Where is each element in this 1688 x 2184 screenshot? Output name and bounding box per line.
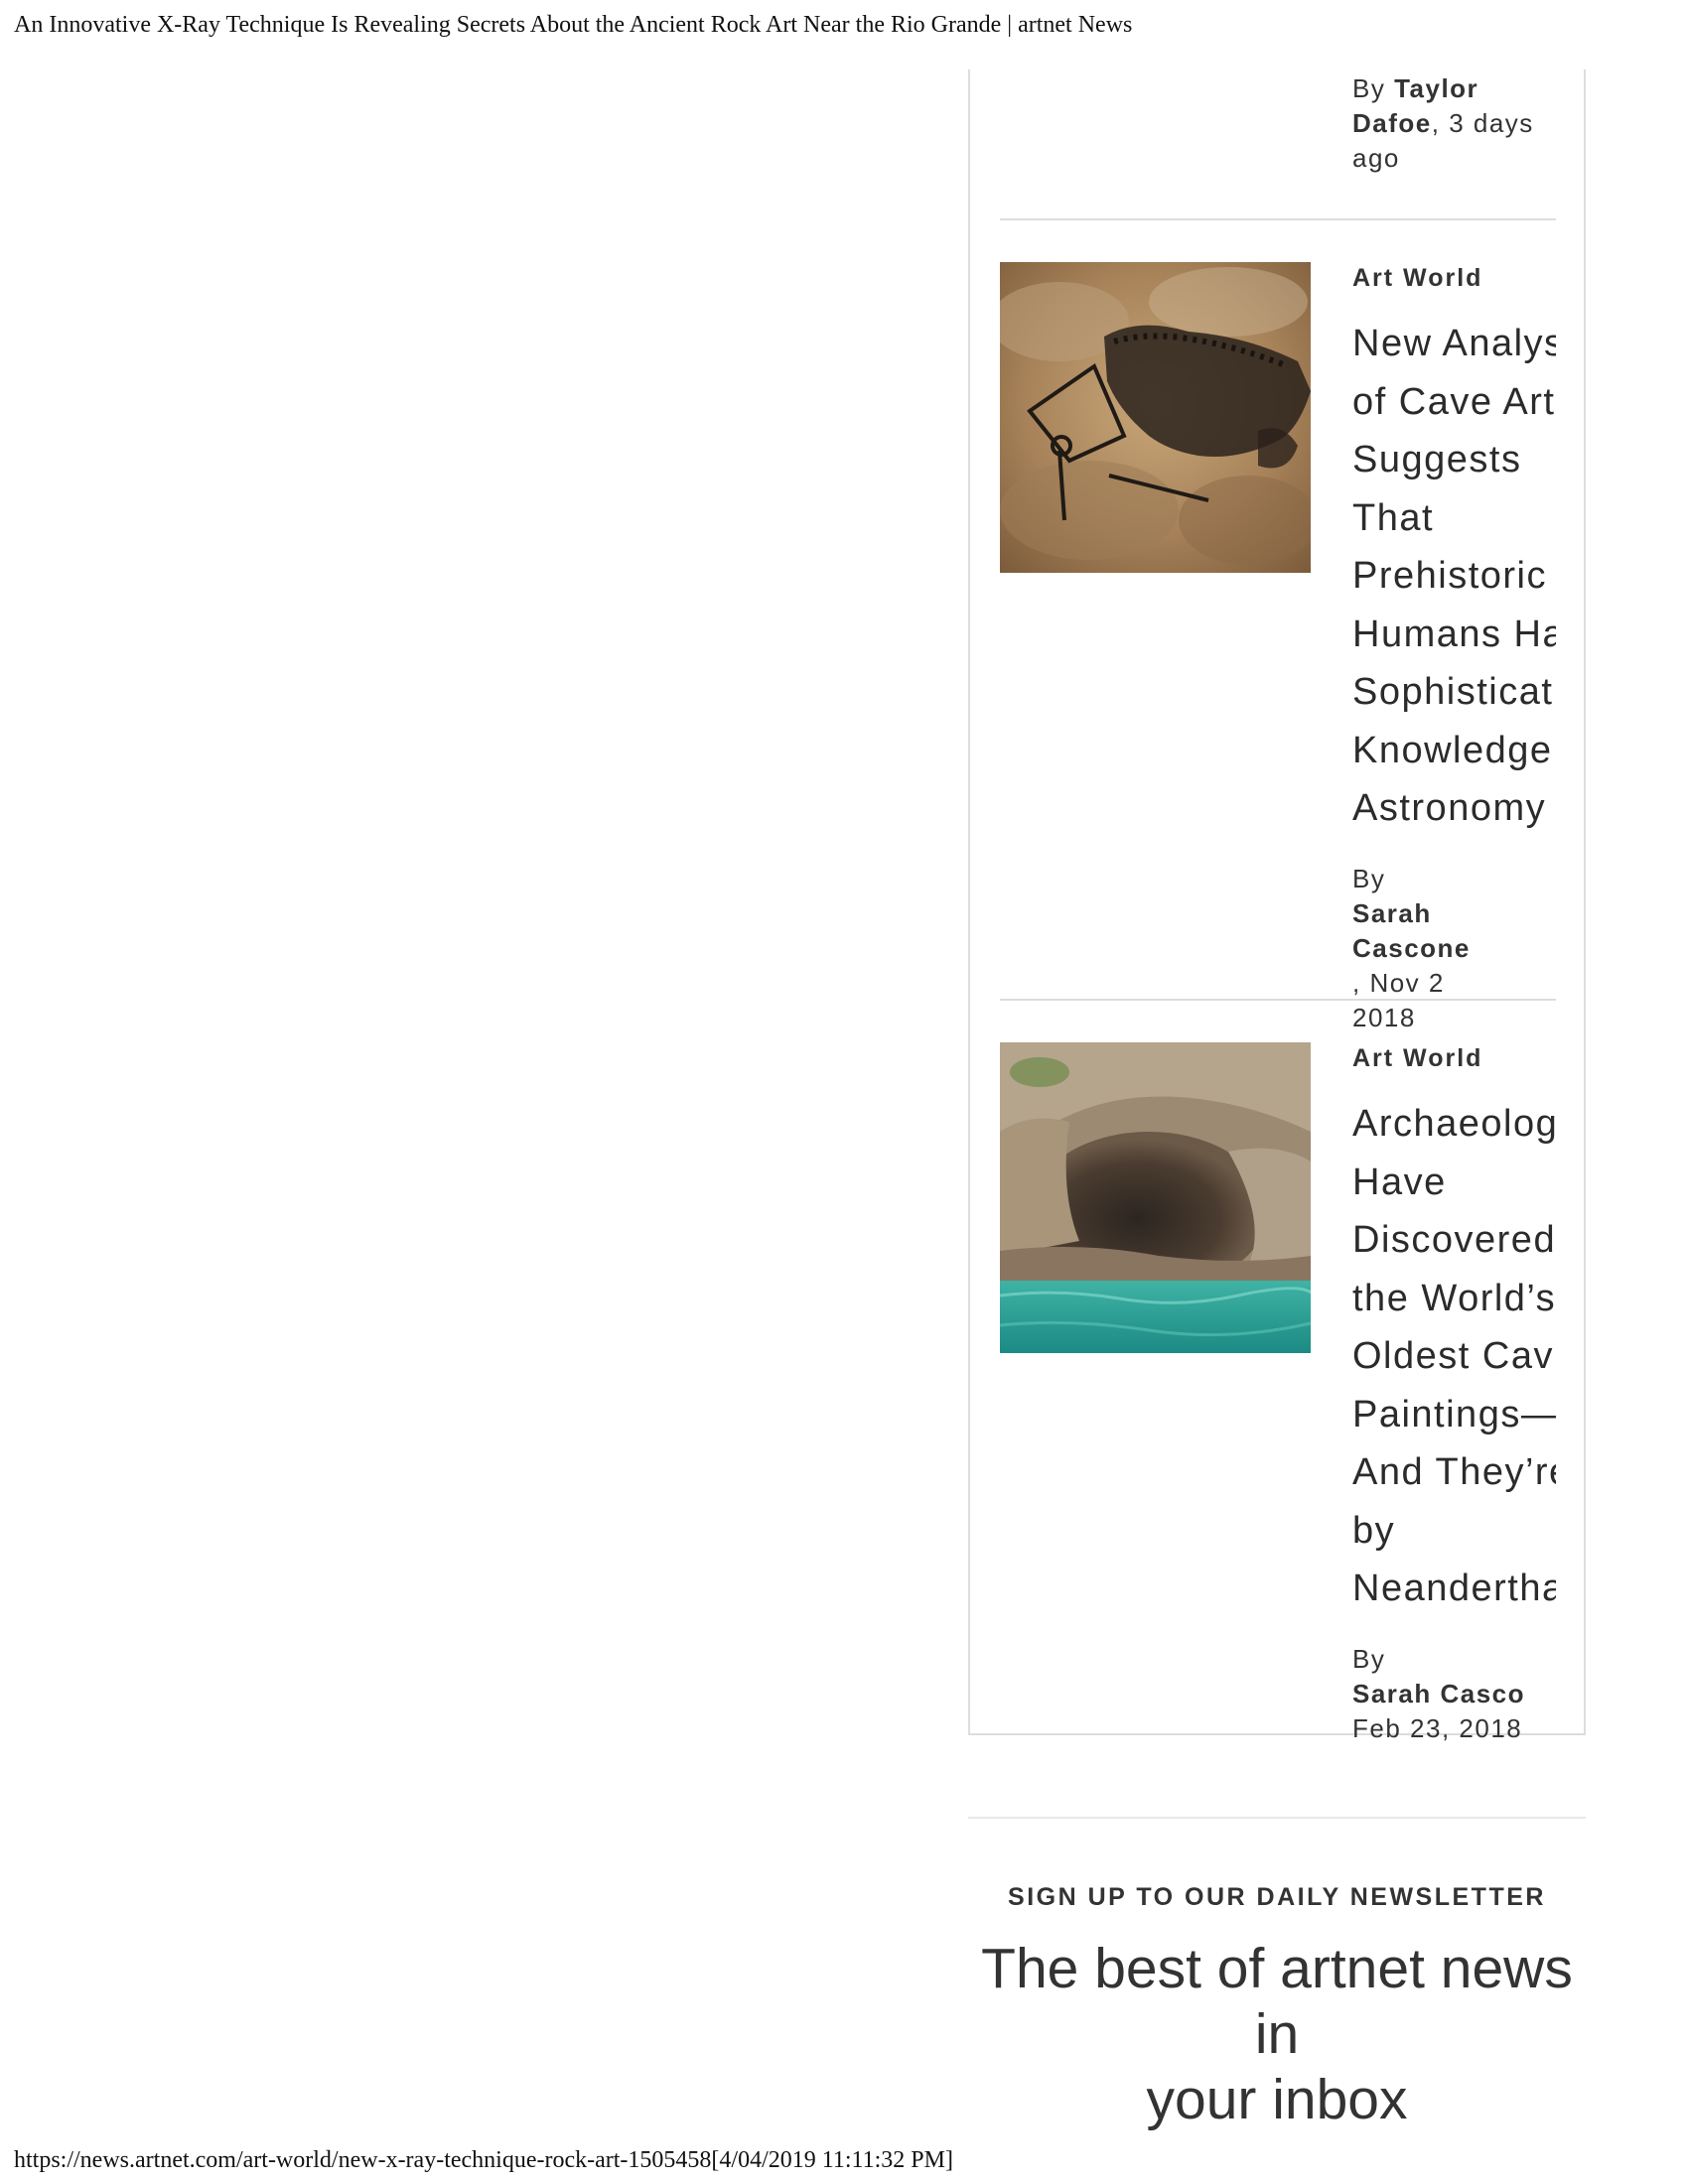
article-headline[interactable]: New Analys of Cave Art Suggests That Pre…: [1352, 315, 1556, 838]
newsletter-kicker: SIGN UP TO OUR DAILY NEWSLETTER: [1008, 1883, 1546, 1911]
related-article-card[interactable]: Art World New Analys of Cave Art Suggest…: [1000, 262, 1556, 1032]
author-link[interactable]: Taylor: [1394, 73, 1478, 103]
article-date: 2018: [1352, 1002, 1416, 1032]
author-link[interactable]: Sarah Casco: [1352, 1679, 1525, 1708]
newsletter-divider: [968, 1817, 1586, 1819]
author-link[interactable]: Cascone: [1352, 933, 1471, 963]
article-headline[interactable]: Archaeolog Have Discovered the World’s O…: [1352, 1095, 1556, 1618]
card-divider: [1000, 218, 1556, 220]
author-link[interactable]: Sarah: [1352, 898, 1432, 928]
article-category[interactable]: Art World: [1352, 1044, 1556, 1073]
related-article-card[interactable]: Art World Archaeolog Have Discovered the…: [1000, 1042, 1556, 1743]
article-byline: By Sarah Casco Feb 23, 2018: [1352, 1642, 1556, 1746]
related-article-text: Art World New Analys of Cave Art Suggest…: [1352, 262, 1556, 1035]
print-page-title: An Innovative X-Ray Technique Is Reveali…: [14, 12, 1133, 38]
article-date: , Nov 2: [1352, 967, 1445, 998]
article-date: ago: [1352, 143, 1400, 173]
article-byline: By Sarah Cascone, Nov 2 2018: [1352, 862, 1556, 1035]
article-date: Feb 23, 2018: [1352, 1712, 1523, 1743]
author-link[interactable]: Dafoe: [1352, 108, 1432, 138]
sea-cave-image[interactable]: [1000, 1042, 1311, 1353]
print-footer-url: https://news.artnet.com/art-world/new-x-…: [14, 2147, 953, 2173]
article-date: , 3 days: [1431, 108, 1534, 138]
card-divider: [1000, 999, 1556, 1001]
cave-painting-image[interactable]: [1000, 262, 1311, 573]
article-category[interactable]: Art World: [1352, 264, 1556, 293]
related-article-text: Art World Archaeolog Have Discovered the…: [1352, 1042, 1556, 1746]
newsletter-title: The best of artnet news in your inbox: [981, 1937, 1573, 2131]
article-byline: By Taylor Dafoe, 3 days ago: [1352, 73, 1534, 173]
